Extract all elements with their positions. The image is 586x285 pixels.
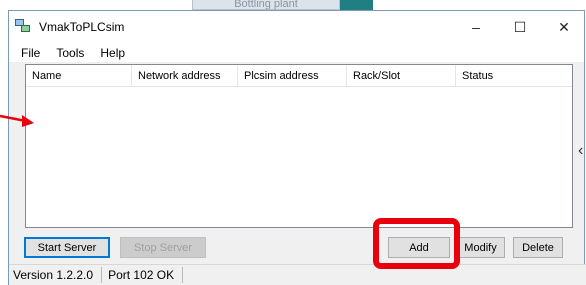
maximize-button[interactable]: ☐ — [498, 11, 542, 43]
minimize-button[interactable]: – — [454, 11, 498, 43]
app-window: VmakToPLCsim – ☐ ✕ File Tools Help Name … — [8, 10, 586, 285]
modify-button[interactable]: Modify — [456, 237, 505, 258]
chevron-left-icon: ‹ — [578, 142, 584, 159]
column-rack-slot[interactable]: Rack/Slot — [347, 65, 456, 87]
close-button[interactable]: ✕ — [542, 11, 586, 43]
menu-file[interactable]: File — [13, 46, 48, 60]
maximize-icon: ☐ — [513, 18, 527, 35]
menu-help[interactable]: Help — [92, 46, 133, 60]
column-network-address[interactable]: Network address — [132, 65, 238, 87]
stop-server-button[interactable]: Stop Server — [120, 237, 206, 258]
start-server-button[interactable]: Start Server — [24, 237, 110, 258]
minimize-icon: – — [472, 19, 480, 35]
delete-button[interactable]: Delete — [513, 237, 563, 258]
column-plcsim-address[interactable]: Plcsim address — [238, 65, 347, 87]
list-header: Name Network address Plcsim address Rack… — [26, 65, 572, 87]
menu-bar: File Tools Help — [9, 43, 584, 63]
right-arrow-icon — [0, 114, 34, 127]
connections-list[interactable]: Name Network address Plcsim address Rack… — [25, 64, 573, 228]
close-icon: ✕ — [558, 18, 570, 35]
background-tab: Bottling plant — [192, 0, 340, 10]
title-bar[interactable]: VmakToPLCsim – ☐ ✕ — [9, 11, 584, 43]
window-title: VmakToPLCsim — [39, 20, 125, 34]
menu-tools[interactable]: Tools — [48, 46, 92, 60]
app-icon — [15, 19, 30, 32]
column-name[interactable]: Name — [26, 65, 132, 87]
background-tab-label: Bottling plant — [234, 0, 298, 10]
status-version: Version 1.2.2.0 — [9, 267, 103, 283]
add-button-highlight — [373, 218, 460, 269]
status-bar: Version 1.2.2.0 Port 102 OK — [9, 264, 586, 285]
status-port: Port 102 OK — [102, 267, 184, 283]
column-status[interactable]: Status — [456, 65, 572, 87]
